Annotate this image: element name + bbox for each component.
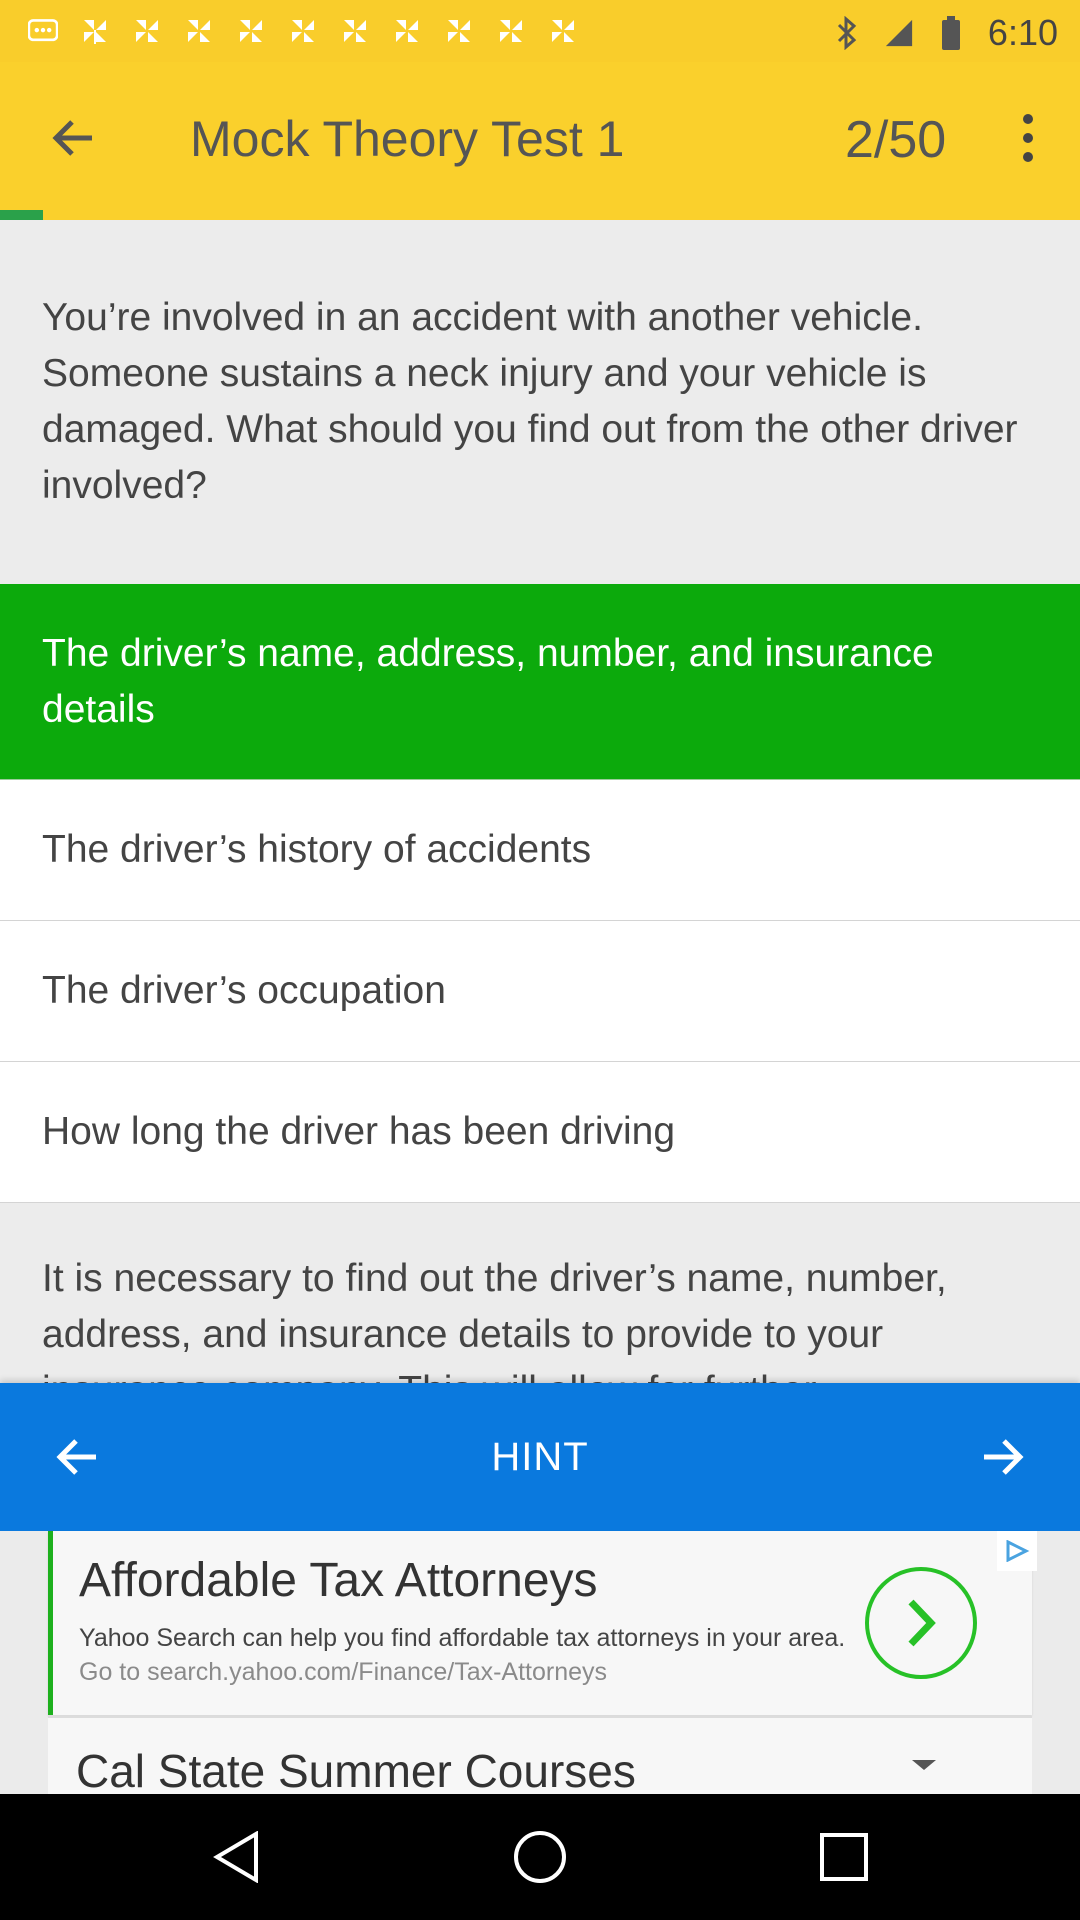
status-bar: 6:10 [0,0,1080,62]
back-button[interactable] [40,106,104,170]
caret-down-icon[interactable] [912,1760,936,1770]
pinwheel-icon [80,16,110,46]
pinwheel-icon [392,16,422,46]
hint-bar: HINT [0,1383,1080,1531]
question-text: You’re involved in an accident with anot… [0,220,1080,584]
system-navigation-bar [0,1794,1080,1920]
notification-icons [28,16,578,46]
arrow-left-icon [52,120,92,156]
message-icon [28,16,58,46]
signal-icon [884,18,914,48]
answer-label: The driver’s history of accidents [42,828,592,871]
ad-choices-icon[interactable] [997,1531,1037,1571]
ad-open-button[interactable] [865,1567,977,1679]
circle-home-icon [514,1831,566,1883]
next-question-button[interactable] [972,1425,1036,1489]
status-time: 6:10 [987,12,1058,53]
progress-fill [0,210,44,220]
ad-description: Yahoo Search can help you find affordabl… [79,1621,849,1689]
answer-option[interactable]: The driver’s occupation [0,921,1080,1062]
ad-description-text: Yahoo Search can help you find affordabl… [79,1624,846,1652]
ad-banner: Affordable Tax Attorneys Yahoo Search ca… [0,1531,1080,1794]
ad-title: Affordable Tax Attorneys [79,1554,598,1607]
progress-bar [0,210,1080,220]
answer-label: How long the driver has been driving [42,1110,676,1153]
square-recents-icon [820,1833,868,1881]
triangle-back-icon [213,1831,258,1883]
nav-home-button[interactable] [510,1827,570,1887]
ad-url: Go to search.yahoo.com/Finance/Tax-Attor… [79,1658,608,1686]
answer-option-correct[interactable]: The driver’s name, address, number, and … [0,584,1080,780]
ad-secondary-title: Cal State Summer Courses [76,1745,636,1794]
more-dot [1023,133,1033,143]
nav-recents-button[interactable] [814,1827,874,1887]
pinwheel-icon [132,16,162,46]
hint-button[interactable]: HINT [0,1435,1080,1480]
answer-label: The driver’s occupation [42,969,446,1012]
app-bar: Mock Theory Test 1 2/50 [0,62,1080,210]
pinwheel-icon [236,16,266,46]
overflow-menu-button[interactable] [1008,106,1048,170]
question-counter: 2/50 [845,111,947,169]
more-dot [1023,114,1033,124]
chevron-right-icon [908,1599,936,1647]
battery-icon [936,16,966,50]
nav-back-button[interactable] [206,1827,266,1887]
answer-label: The driver’s name, address, number, and … [42,631,934,731]
pinwheel-icon [288,16,318,46]
pinwheel-icon [548,16,578,46]
explanation-text: It is necessary to find out the driver’s… [0,1203,1080,1383]
more-dot [1023,152,1033,162]
pinwheel-icon [184,16,214,46]
pinwheel-icon [496,16,526,46]
bluetooth-icon [832,16,862,50]
answer-option[interactable]: The driver’s history of accidents [0,780,1080,921]
arrow-right-icon [984,1439,1024,1475]
answer-option[interactable]: How long the driver has been driving [0,1062,1080,1203]
page-title: Mock Theory Test 1 [190,111,625,167]
pinwheel-icon [340,16,370,46]
ad-card-secondary[interactable]: Cal State Summer Courses [48,1716,1032,1794]
ad-card[interactable]: Affordable Tax Attorneys Yahoo Search ca… [48,1531,1037,1715]
status-right: 6:10 [832,12,1058,54]
answer-list: The driver’s name, address, number, and … [0,584,1080,1203]
pinwheel-icon [444,16,474,46]
